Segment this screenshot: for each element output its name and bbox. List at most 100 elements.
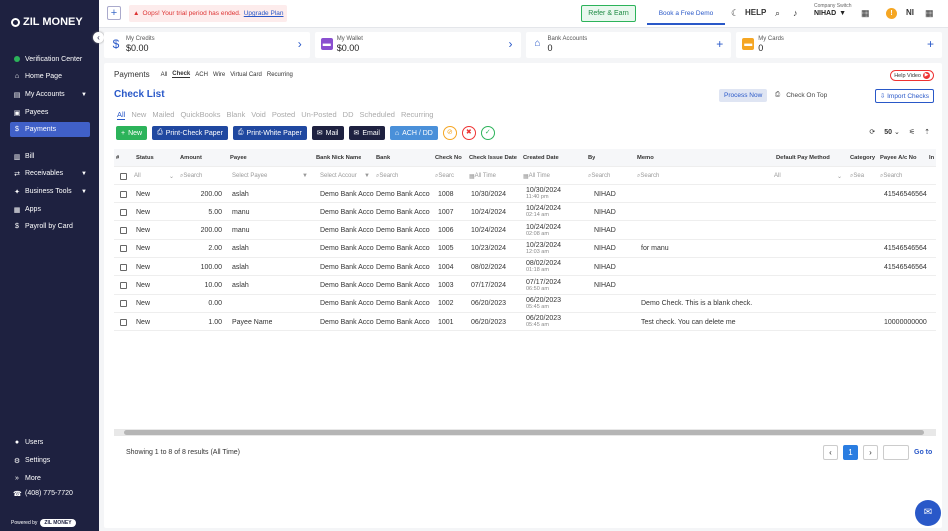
- next-page-button[interactable]: ›: [863, 445, 878, 460]
- row-checkbox[interactable]: [120, 240, 127, 258]
- refresh-icon[interactable]: ⟳: [869, 128, 875, 136]
- delete-icon[interactable]: ✖: [461, 126, 476, 140]
- approve-icon[interactable]: ✓: [480, 126, 495, 140]
- sidebar-item-more[interactable]: » More: [10, 471, 90, 486]
- add-card-icon[interactable]: +: [927, 37, 934, 51]
- avatar[interactable]: NI: [901, 6, 919, 20]
- upgrade-plan-link[interactable]: Upgrade Plan: [244, 10, 284, 17]
- row-checkbox[interactable]: [120, 313, 127, 331]
- column-header[interactable]: By: [588, 149, 595, 167]
- chevron-right-icon[interactable]: ›: [509, 37, 513, 51]
- page-size-select[interactable]: 50 ⌄: [884, 128, 900, 136]
- sidebar-item-settings[interactable]: ⚙ Settings: [10, 453, 90, 468]
- tab-recurring[interactable]: Recurring: [267, 72, 293, 78]
- created-date-filter[interactable]: ▦ All Time: [523, 167, 550, 185]
- payee-filter[interactable]: Select Payee ▼: [232, 167, 308, 185]
- bell-icon[interactable]: ♪: [793, 8, 798, 18]
- alert-icon[interactable]: !: [886, 8, 897, 19]
- credits-card[interactable]: $ My Credits $0.00 ›: [104, 32, 310, 58]
- wallet-card[interactable]: ▬ My Wallet $0.00 ›: [314, 32, 521, 58]
- row-checkbox[interactable]: [120, 295, 127, 313]
- email-button[interactable]: ✉ Email: [348, 126, 385, 140]
- table-row[interactable]: New 2.00 aslah Demo Bank Accou Demo Bank Acc…: [114, 240, 936, 258]
- column-header[interactable]: Bank Nick Name: [316, 149, 361, 167]
- dark-mode-icon[interactable]: ☾: [731, 8, 739, 19]
- column-header[interactable]: Payee A/c No: [880, 149, 917, 167]
- sidebar-item-my-accounts[interactable]: ▤ My Accounts ▼: [10, 87, 90, 102]
- sidebar-item-phone[interactable]: ☎ (408) 775-7720: [10, 486, 90, 501]
- filter-icon[interactable]: ⚟: [909, 128, 915, 136]
- category-search[interactable]: ⌕ Sea: [850, 167, 876, 185]
- cards-card[interactable]: ▬ My Cards 0 +: [736, 32, 942, 58]
- tab-check[interactable]: Check: [172, 71, 191, 78]
- column-header[interactable]: Category: [850, 149, 875, 167]
- sidebar-item-payments[interactable]: $ Payments: [10, 122, 90, 137]
- add-bank-icon[interactable]: +: [716, 37, 723, 51]
- row-checkbox[interactable]: [120, 277, 127, 295]
- column-header[interactable]: Payee: [230, 149, 247, 167]
- status-tab-quickbooks[interactable]: QuickBooks: [180, 110, 220, 120]
- status-tab-unposted[interactable]: Un-Posted: [301, 110, 336, 120]
- status-filter[interactable]: All ⌄: [134, 167, 174, 185]
- status-tab-all[interactable]: All: [117, 110, 126, 120]
- table-row[interactable]: New 5.00 manu Demo Bank Accou Demo Bank Acco…: [114, 203, 936, 222]
- column-header[interactable]: Amount: [180, 149, 202, 167]
- refer-earn-button[interactable]: Refer & Earn: [581, 5, 636, 22]
- table-row[interactable]: New 1.00 Payee Name Demo Bank Accou Demo Ban…: [114, 313, 936, 332]
- search-icon[interactable]: ⌕: [775, 8, 780, 19]
- tab-ach[interactable]: ACH: [195, 72, 208, 78]
- status-tab-scheduled[interactable]: Scheduled: [360, 110, 395, 120]
- by-search[interactable]: ⌕ Search: [588, 167, 610, 185]
- grid-menu-icon[interactable]: ▦: [925, 8, 934, 19]
- new-check-button[interactable]: + New: [116, 126, 148, 140]
- status-tab-void[interactable]: Void: [251, 110, 266, 120]
- sidebar-item-bill[interactable]: ▥ Bill: [10, 149, 90, 164]
- goto-page-input[interactable]: [883, 445, 909, 460]
- status-tab-posted[interactable]: Posted: [272, 110, 295, 120]
- goto-button[interactable]: Go to: [914, 449, 932, 456]
- row-checkbox[interactable]: [120, 203, 127, 221]
- bank-accounts-card[interactable]: ⌂ Bank Accounts 0 +: [525, 32, 732, 58]
- print-check-paper-button[interactable]: ⎙ Print-Check Paper: [152, 126, 228, 140]
- table-row[interactable]: New 10.00 aslah Demo Bank Accou Demo Bank Ac…: [114, 277, 936, 295]
- select-all-checkbox[interactable]: [120, 167, 127, 185]
- column-header[interactable]: Default Pay Method: [776, 149, 830, 167]
- help-link[interactable]: HELP: [745, 8, 766, 17]
- check-on-top[interactable]: ⎙ Check On Top: [775, 91, 827, 99]
- status-tab-dd[interactable]: DD: [343, 110, 354, 120]
- tab-virtual-card[interactable]: Virtual Card: [230, 72, 262, 78]
- sidebar-item-apps[interactable]: ▦ Apps: [10, 202, 90, 217]
- memo-search[interactable]: ⌕ Search: [637, 167, 659, 185]
- ach-dd-button[interactable]: ⌂ ACH / DD: [389, 126, 438, 140]
- chat-icon[interactable]: ✉: [915, 500, 941, 526]
- column-header[interactable]: Bank: [376, 149, 390, 167]
- column-header[interactable]: In: [929, 149, 934, 167]
- brand-logo[interactable]: ZIL MONEY: [11, 16, 83, 28]
- check-no-search[interactable]: ⌕ Searc: [435, 167, 465, 185]
- column-header[interactable]: Status: [136, 149, 154, 167]
- column-header[interactable]: Check No: [435, 149, 462, 167]
- page-number[interactable]: 1: [843, 445, 858, 460]
- bank-search[interactable]: ⌕ Search: [376, 167, 398, 185]
- tab-wire[interactable]: Wire: [213, 72, 225, 78]
- table-row[interactable]: New 200.00 aslah Demo Bank Accou Demo Bank A…: [114, 185, 936, 203]
- sidebar-item-users[interactable]: ● Users: [10, 435, 90, 450]
- void-icon[interactable]: ⊘: [442, 126, 457, 140]
- sidebar-item-payroll-by-card[interactable]: $ Payroll by Card: [10, 219, 90, 234]
- status-tab-recurring[interactable]: Recurring: [401, 110, 434, 120]
- row-checkbox[interactable]: [120, 185, 127, 203]
- sidebar-item-receivables[interactable]: ⇄ Receivables ▼: [10, 166, 90, 181]
- issue-date-filter[interactable]: ▦ All Time: [469, 167, 496, 185]
- help-video-button[interactable]: Help Video ▶: [890, 70, 934, 81]
- process-now-button[interactable]: Process Now: [719, 89, 768, 102]
- amount-search[interactable]: ⌕ Search: [180, 167, 202, 185]
- quick-add-button[interactable]: +: [107, 6, 121, 20]
- horizontal-scrollbar[interactable]: [114, 429, 936, 436]
- sidebar-item-business-tools[interactable]: ✦ Business Tools ▼: [10, 184, 90, 199]
- import-checks-button[interactable]: ⇩ Import Checks: [874, 89, 934, 103]
- chevron-right-icon[interactable]: ›: [298, 37, 302, 51]
- status-tab-blank[interactable]: Blank: [226, 110, 245, 120]
- collapse-sidebar-button[interactable]: ‹: [93, 32, 104, 43]
- scroll-top-icon[interactable]: ⇡: [924, 128, 930, 136]
- table-row[interactable]: New 100.00 aslah Demo Bank Accou Demo Bank A…: [114, 258, 936, 277]
